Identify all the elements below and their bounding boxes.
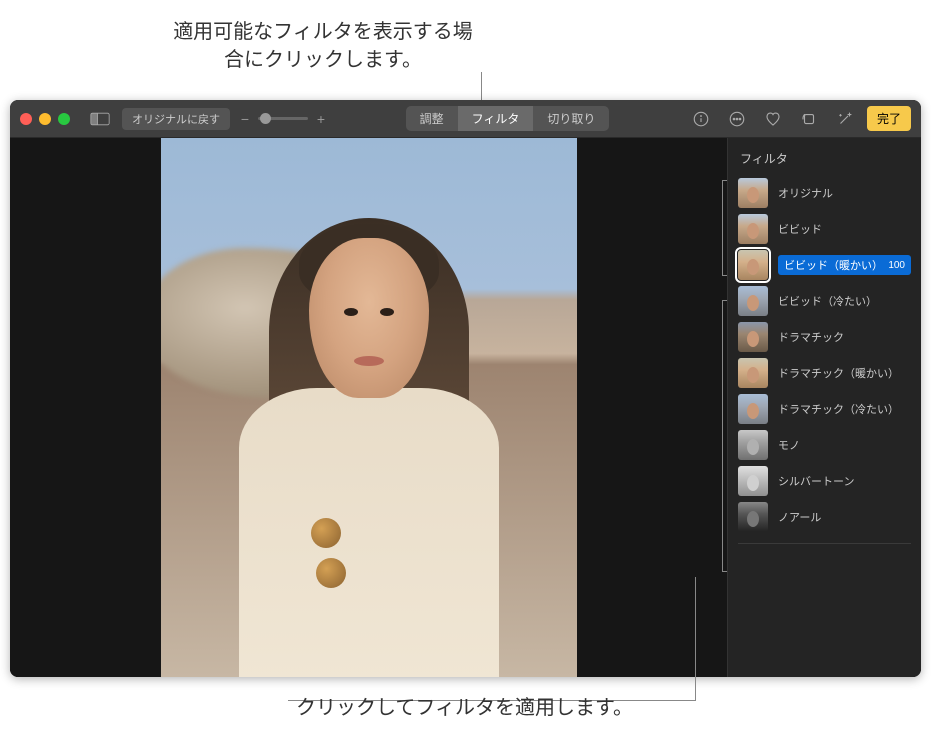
filter-label-wrap: シルバートーン: [778, 473, 911, 489]
filter-label: ビビッド（冷たい）: [778, 293, 911, 309]
annotation-filters-tab: 適用可能なフィルタを表示する場合にクリックします。: [165, 18, 481, 74]
filters-panel: フィルタ オリジナルビビッドビビッド（暖かい）100 ビビッド（冷たい） ドラマチッ…: [727, 138, 921, 677]
filter-label: モノ: [778, 437, 911, 453]
filter-label-wrap: ビビッド（暖かい）100: [778, 255, 911, 275]
photo-canvas[interactable]: [10, 138, 727, 677]
filter-label: ドラマチック: [778, 329, 911, 345]
filter-item[interactable]: シルバートーン: [738, 463, 911, 499]
filter-label-wrap: モノ: [778, 437, 911, 453]
annotation-apply-filter: クリックしてフィルタを適用します。: [270, 694, 690, 722]
filter-item[interactable]: ビビッド（冷たい）: [738, 283, 911, 319]
filter-thumbnail: [738, 286, 768, 316]
filter-label: ドラマチック（暖かい）: [778, 365, 911, 381]
filter-item[interactable]: ドラマチック（暖かい）: [738, 355, 911, 391]
filter-label-wrap: ビビッド: [778, 221, 911, 237]
toolbar: オリジナルに戻す − + 調整 フィルタ 切り取り 完了: [10, 100, 921, 138]
zoom-in-button[interactable]: +: [314, 111, 328, 127]
filter-item[interactable]: ノアール: [738, 499, 911, 535]
sidebar-icon: [90, 112, 110, 126]
favorite-button[interactable]: [759, 105, 787, 133]
window-controls: [20, 113, 70, 125]
filter-item[interactable]: モノ: [738, 427, 911, 463]
callout-bracket: [722, 180, 727, 276]
filter-thumbnail: [738, 250, 768, 280]
revert-to-original-button[interactable]: オリジナルに戻す: [122, 108, 230, 130]
filter-item[interactable]: ドラマチック（冷たい）: [738, 391, 911, 427]
editor-content: フィルタ オリジナルビビッドビビッド（暖かい）100 ビビッド（冷たい） ドラマチッ…: [10, 138, 921, 677]
app-window: オリジナルに戻す − + 調整 フィルタ 切り取り 完了: [10, 100, 921, 677]
filter-label: ノアール: [778, 509, 911, 525]
filter-thumbnail: [738, 358, 768, 388]
callout-line: [481, 72, 482, 102]
filter-thumbnail: [738, 322, 768, 352]
edited-photo: [161, 138, 577, 677]
filter-label: ビビッド: [778, 221, 911, 237]
ellipsis-icon: [728, 110, 746, 128]
info-button[interactable]: [687, 105, 715, 133]
done-button[interactable]: 完了: [867, 106, 911, 131]
filter-label-wrap: ドラマチック: [778, 329, 911, 345]
filter-thumbnail: [738, 430, 768, 460]
minimize-window-button[interactable]: [39, 113, 51, 125]
filter-intensity-value: 100: [883, 260, 905, 271]
tab-crop[interactable]: 切り取り: [533, 106, 609, 131]
tab-filters[interactable]: フィルタ: [458, 106, 534, 131]
filter-label-wrap: ドラマチック（冷たい）: [778, 401, 911, 417]
auto-enhance-button[interactable]: [831, 105, 859, 133]
filter-thumbnail: [738, 502, 768, 532]
filter-label-wrap: ノアール: [778, 509, 911, 525]
filter-item[interactable]: ビビッド（暖かい）100: [738, 247, 911, 283]
close-window-button[interactable]: [20, 113, 32, 125]
filter-label: ドラマチック（冷たい）: [778, 401, 911, 417]
zoom-slider[interactable]: [258, 117, 308, 120]
filter-label-wrap: オリジナル: [778, 185, 911, 201]
zoom-control: − +: [238, 111, 328, 127]
filters-panel-title: フィルタ: [738, 146, 911, 175]
filter-label: オリジナル: [778, 185, 911, 201]
fullscreen-window-button[interactable]: [58, 113, 70, 125]
heart-icon: [764, 110, 782, 128]
filter-label: シルバートーン: [778, 473, 911, 489]
filter-thumbnail: [738, 466, 768, 496]
zoom-out-button[interactable]: −: [238, 111, 252, 127]
filter-thumbnail: [738, 214, 768, 244]
magic-wand-icon: [836, 110, 854, 128]
callout-line: [695, 577, 696, 701]
filter-label: ビビッド（暖かい）: [784, 257, 883, 273]
filter-thumbnail: [738, 394, 768, 424]
callout-bracket: [722, 300, 727, 572]
filter-thumbnail: [738, 178, 768, 208]
panel-divider: [738, 543, 911, 544]
tab-adjust[interactable]: 調整: [406, 106, 458, 131]
sidebar-toggle-button[interactable]: [86, 110, 114, 128]
filter-label-wrap: ビビッド（冷たい）: [778, 293, 911, 309]
more-button[interactable]: [723, 105, 751, 133]
rotate-icon: [800, 110, 818, 128]
rotate-button[interactable]: [795, 105, 823, 133]
edit-mode-tabs: 調整 フィルタ 切り取り: [406, 106, 610, 131]
filter-item[interactable]: オリジナル: [738, 175, 911, 211]
filter-label-wrap: ドラマチック（暖かい）: [778, 365, 911, 381]
filter-item[interactable]: ドラマチック: [738, 319, 911, 355]
filter-list: オリジナルビビッドビビッド（暖かい）100 ビビッド（冷たい） ドラマチックドラマチ…: [738, 175, 911, 535]
info-icon: [692, 110, 710, 128]
filter-item[interactable]: ビビッド: [738, 211, 911, 247]
